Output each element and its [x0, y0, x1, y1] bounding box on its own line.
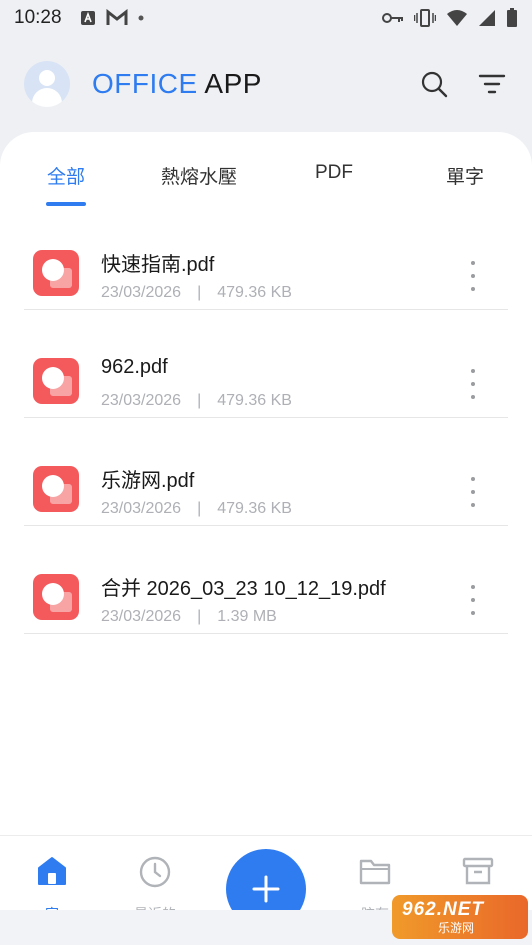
more-options-icon[interactable] — [468, 261, 478, 291]
nav-storage[interactable]: 脑存 — [345, 856, 405, 914]
file-meta: 23/03/2026 | 1.39 MB — [101, 608, 277, 626]
nav-home[interactable]: 家 — [22, 856, 82, 914]
search-button[interactable] — [418, 68, 450, 100]
status-right-icons — [382, 8, 518, 28]
nav-archive[interactable] — [448, 856, 508, 891]
file-size: 479.36 KB — [217, 392, 292, 409]
watermark-top-text: 962.NET — [402, 898, 484, 920]
more-options-icon[interactable] — [468, 369, 478, 399]
avatar-head-shape — [39, 70, 55, 86]
file-size: 479.36 KB — [217, 500, 292, 517]
vpn-key-icon — [382, 13, 403, 23]
pdf-file-icon — [33, 358, 79, 404]
gmail-icon — [106, 9, 128, 25]
tab-hot-melt[interactable]: 熱熔水壓 — [161, 162, 237, 189]
tab-pdf[interactable]: PDF — [315, 162, 353, 184]
file-date: 23/03/2026 — [101, 500, 182, 517]
file-date: 23/03/2026 — [101, 608, 182, 625]
search-icon — [421, 71, 448, 98]
meta-separator: | — [197, 500, 202, 517]
avatar[interactable] — [24, 61, 70, 107]
meta-separator: | — [197, 392, 202, 409]
app-title: OFFICE APP — [92, 68, 262, 100]
filter-icon — [478, 74, 506, 94]
watermark-bottom-text: 乐游网 — [438, 920, 475, 935]
tab-word[interactable]: 單字 — [446, 162, 484, 189]
file-size: 1.39 MB — [217, 608, 277, 625]
status-time: 10:28 — [14, 7, 62, 28]
folder-icon — [359, 859, 391, 885]
file-name: 快速指南.pdf — [101, 254, 215, 276]
file-name: 合并 2026_03_23 10_12_19.pdf — [101, 578, 386, 600]
file-date: 23/03/2026 — [101, 284, 182, 301]
more-options-icon[interactable] — [468, 477, 478, 507]
file-meta: 23/03/2026 | 479.36 KB — [101, 284, 292, 302]
pdf-file-icon — [33, 466, 79, 512]
watermark-logo: 962.NET 乐游网 — [392, 895, 528, 939]
archive-icon — [462, 857, 494, 885]
file-list: 快速指南.pdf 23/03/2026 | 479.36 KB 962.pdf 23… — [24, 202, 508, 634]
dot-icon — [138, 15, 144, 21]
pdf-file-icon — [33, 574, 79, 620]
more-options-icon[interactable] — [468, 585, 478, 615]
signal-icon — [479, 10, 495, 26]
battery-icon — [507, 8, 517, 27]
list-item[interactable]: 快速指南.pdf 23/03/2026 | 479.36 KB — [24, 202, 508, 310]
a-notification-icon — [80, 11, 95, 25]
list-item[interactable]: 962.pdf 23/03/2026 | 479.36 KB — [24, 310, 508, 418]
app-title-rest: APP — [197, 68, 262, 99]
file-name: 962.pdf — [101, 356, 168, 378]
filter-button[interactable] — [476, 68, 508, 100]
tab-all[interactable]: 全部 — [47, 162, 85, 189]
file-meta: 23/03/2026 | 479.36 KB — [101, 392, 292, 410]
nav-recent[interactable]: 最近的 — [125, 856, 185, 914]
status-left-icons — [80, 9, 144, 27]
meta-separator: | — [197, 284, 202, 301]
plus-icon — [252, 875, 280, 903]
app-title-accent: OFFICE — [92, 68, 198, 99]
file-name: 乐游网.pdf — [101, 470, 195, 492]
list-item[interactable]: 乐游网.pdf 23/03/2026 | 479.36 KB — [24, 418, 508, 526]
app-header: OFFICE APP — [0, 36, 532, 132]
header-actions — [418, 68, 508, 100]
file-size: 479.36 KB — [217, 284, 292, 301]
file-date: 23/03/2026 — [101, 392, 182, 409]
clock-icon — [139, 856, 171, 888]
wifi-icon — [447, 10, 467, 26]
pdf-file-icon — [33, 250, 79, 296]
home-icon — [38, 857, 66, 885]
list-item[interactable]: 合并 2026_03_23 10_12_19.pdf 23/03/2026 | 1.… — [24, 526, 508, 634]
status-bar: 10:28 — [0, 0, 532, 36]
file-meta: 23/03/2026 | 479.36 KB — [101, 500, 292, 518]
meta-separator: | — [197, 608, 202, 625]
vibrate-icon — [414, 9, 436, 27]
avatar-body-shape — [32, 88, 62, 107]
content-sheet: 全部 熱熔水壓 PDF 單字 快速指南.pdf 23/03/2026 | 479.3… — [0, 132, 532, 835]
